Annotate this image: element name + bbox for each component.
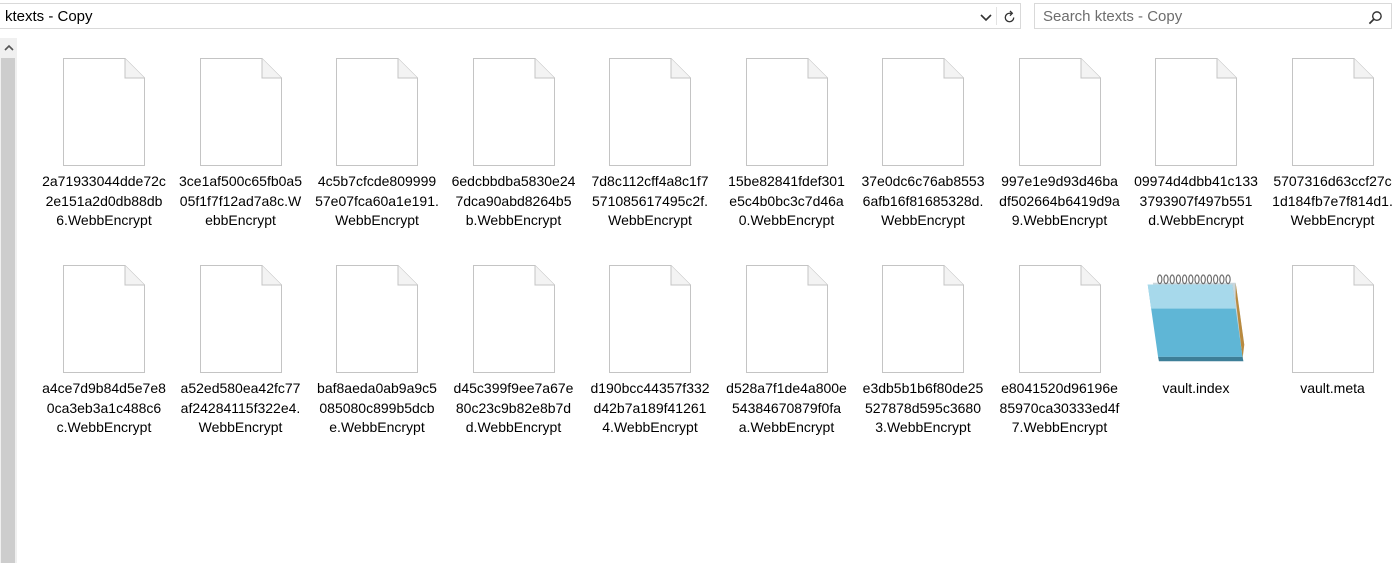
file-item[interactable]: 4c5b7cfcde80999957e07fca60a1e191.WebbEnc… [309, 50, 445, 231]
search-input[interactable] [1043, 6, 1358, 26]
file-name: a52ed580ea42fc77af24284115f322e4.WebbEnc… [180, 380, 301, 435]
file-item[interactable]: 37e0dc6c76ab85536afb16f81685328d.WebbEnc… [855, 50, 991, 231]
file-name: 15be82841fdef301e5c4b0bc3c7d46a0.WebbEnc… [728, 173, 845, 228]
blank-file-icon [464, 257, 564, 373]
blank-file-icon [1283, 257, 1383, 373]
file-name: d45c399f9ee7a67e80c23c9b82e8b7dd.WebbEnc… [453, 380, 574, 435]
blank-file-icon [600, 50, 700, 166]
scrollbar-thumb[interactable] [1, 58, 15, 563]
file-name: vault.meta [1300, 380, 1365, 396]
blank-file-icon [737, 257, 837, 373]
file-item[interactable]: e8041520d96196e85970ca30333ed4f7.WebbEnc… [992, 257, 1128, 438]
blank-file-icon [737, 50, 837, 166]
file-item[interactable]: 5707316d63ccf27c1d184fb7e7f814d1.WebbEnc… [1265, 50, 1399, 231]
chevron-down-icon[interactable] [976, 7, 996, 27]
file-name: 5707316d63ccf27c1d184fb7e7f814d1.WebbEnc… [1272, 173, 1393, 228]
file-name: baf8aeda0ab9a9c5085080c899b5dcbe.WebbEnc… [317, 380, 437, 435]
blank-file-icon [1146, 50, 1246, 166]
file-item[interactable]: a4ce7d9b84d5e7e80ca3eb3a1c488c6c.WebbEnc… [36, 257, 172, 438]
file-item[interactable]: 2a71933044dde72c2e151a2d0db88db6.WebbEnc… [36, 50, 172, 231]
file-item[interactable]: baf8aeda0ab9a9c5085080c899b5dcbe.WebbEnc… [309, 257, 445, 438]
blank-file-icon [873, 257, 973, 373]
blank-file-icon [191, 50, 291, 166]
chevron-up-icon[interactable] [0, 38, 17, 58]
file-name: 7d8c112cff4a8c1f7571085617495c2f.WebbEnc… [591, 173, 709, 228]
divider [996, 7, 997, 25]
vertical-scrollbar[interactable] [0, 38, 17, 563]
notepad-icon [1146, 257, 1246, 373]
file-name: d190bcc44357f332d42b7a189f412614.WebbEnc… [590, 380, 710, 435]
file-name: 2a71933044dde72c2e151a2d0db88db6.WebbEnc… [42, 173, 166, 228]
file-item[interactable]: 997e1e9d93d46badf502664b6419d9a9.WebbEnc… [992, 50, 1128, 231]
file-item[interactable]: d528a7f1de4a800e54384670879f0fa a.WebbEn… [719, 257, 855, 438]
file-item[interactable]: vault.index [1128, 257, 1264, 399]
blank-file-icon [873, 50, 973, 166]
file-item[interactable]: 6edcbbdba5830e247dca90abd8264b5b.WebbEnc… [446, 50, 582, 231]
address-path[interactable]: ktexts - Copy [5, 8, 93, 25]
file-name: d528a7f1de4a800e54384670879f0fa a.WebbEn… [726, 380, 847, 435]
search-icon[interactable] [1365, 7, 1385, 27]
file-item[interactable]: d190bcc44357f332d42b7a189f412614.WebbEnc… [582, 257, 718, 438]
file-name: 997e1e9d93d46badf502664b6419d9a9.WebbEnc… [999, 173, 1120, 228]
file-name: 09974d4dbb41c1333793907f497b551d.WebbEnc… [1134, 173, 1258, 228]
file-item[interactable]: 7d8c112cff4a8c1f7571085617495c2f.WebbEnc… [582, 50, 718, 231]
blank-file-icon [327, 257, 427, 373]
file-item[interactable]: 09974d4dbb41c1333793907f497b551d.WebbEnc… [1128, 50, 1264, 231]
file-item[interactable]: a52ed580ea42fc77af24284115f322e4.WebbEnc… [173, 257, 309, 438]
file-name: 37e0dc6c76ab85536afb16f81685328d.WebbEnc… [861, 173, 985, 228]
blank-file-icon [191, 257, 291, 373]
refresh-icon[interactable] [999, 7, 1019, 27]
blank-file-icon [1010, 50, 1110, 166]
address-bar[interactable]: ktexts - Copy [0, 3, 1021, 29]
file-item[interactable]: d45c399f9ee7a67e80c23c9b82e8b7dd.WebbEnc… [446, 257, 582, 438]
file-item[interactable]: 15be82841fdef301e5c4b0bc3c7d46a0.WebbEnc… [719, 50, 855, 231]
search-box[interactable] [1034, 3, 1392, 29]
file-name: e3db5b1b6f80de25527878d595c36803.WebbEnc… [862, 380, 984, 435]
file-name: 6edcbbdba5830e247dca90abd8264b5b.WebbEnc… [451, 173, 576, 228]
file-name: e8041520d96196e85970ca30333ed4f7.WebbEnc… [999, 380, 1120, 435]
file-name: 4c5b7cfcde80999957e07fca60a1e191.WebbEnc… [315, 173, 439, 228]
toolbar: ktexts - Copy [0, 0, 1399, 34]
file-name: vault.index [1162, 380, 1230, 396]
file-item[interactable]: 3ce1af500c65fb0a505f1f7f12ad7a8c.WebbEnc… [173, 50, 309, 231]
file-name: 3ce1af500c65fb0a505f1f7f12ad7a8c.WebbEnc… [179, 173, 302, 228]
file-item[interactable]: vault.meta [1265, 257, 1399, 399]
file-item[interactable]: e3db5b1b6f80de25527878d595c36803.WebbEnc… [855, 257, 991, 438]
blank-file-icon [1283, 50, 1383, 166]
blank-file-icon [54, 50, 154, 166]
blank-file-icon [54, 257, 154, 373]
blank-file-icon [327, 50, 427, 166]
file-name: a4ce7d9b84d5e7e80ca3eb3a1c488c6c.WebbEnc… [42, 380, 166, 435]
blank-file-icon [1010, 257, 1110, 373]
blank-file-icon [464, 50, 564, 166]
blank-file-icon [600, 257, 700, 373]
